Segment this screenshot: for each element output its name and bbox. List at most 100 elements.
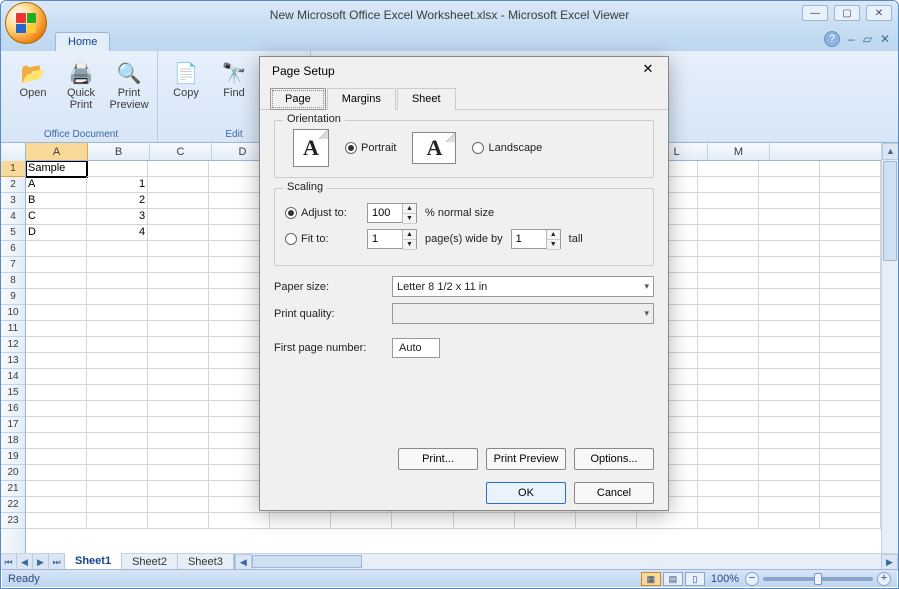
- cell[interactable]: [26, 481, 87, 497]
- row-header[interactable]: 18: [1, 433, 25, 449]
- spin-down-icon[interactable]: ▼: [403, 214, 416, 224]
- cell[interactable]: [26, 241, 87, 257]
- cell[interactable]: [87, 273, 148, 289]
- cell[interactable]: [87, 369, 148, 385]
- cell[interactable]: [698, 305, 759, 321]
- cell[interactable]: [87, 401, 148, 417]
- cell[interactable]: [820, 337, 881, 353]
- row-header[interactable]: 17: [1, 417, 25, 433]
- cell[interactable]: [148, 193, 209, 209]
- adjust-percent-spinner[interactable]: ▲▼: [367, 203, 417, 223]
- cell[interactable]: [26, 289, 87, 305]
- cell[interactable]: [26, 305, 87, 321]
- row-header[interactable]: 5: [1, 225, 25, 241]
- cell[interactable]: [759, 417, 820, 433]
- cell[interactable]: [759, 273, 820, 289]
- cell[interactable]: [26, 369, 87, 385]
- row-header[interactable]: 8: [1, 273, 25, 289]
- cell[interactable]: [148, 209, 209, 225]
- cell[interactable]: [759, 241, 820, 257]
- cell[interactable]: [759, 497, 820, 513]
- cell[interactable]: [820, 273, 881, 289]
- cell[interactable]: [698, 193, 759, 209]
- cell[interactable]: [87, 417, 148, 433]
- cell[interactable]: [698, 513, 759, 529]
- spin-up-icon[interactable]: ▲: [403, 230, 416, 240]
- cell[interactable]: [820, 417, 881, 433]
- cell[interactable]: [759, 481, 820, 497]
- column-header[interactable]: M: [708, 143, 770, 160]
- cell[interactable]: [148, 225, 209, 241]
- cancel-button[interactable]: Cancel: [574, 482, 654, 504]
- cell[interactable]: [759, 401, 820, 417]
- cell[interactable]: [26, 353, 87, 369]
- cell[interactable]: [148, 481, 209, 497]
- cell[interactable]: 4: [87, 225, 148, 241]
- inner-close-icon[interactable]: ✕: [880, 32, 890, 46]
- cell[interactable]: [148, 369, 209, 385]
- cell[interactable]: [26, 321, 87, 337]
- cell[interactable]: [820, 449, 881, 465]
- horizontal-scrollbar[interactable]: ◀ ▶: [235, 554, 898, 570]
- print-preview-dialog-button[interactable]: Print Preview: [486, 448, 566, 470]
- paper-size-select[interactable]: Letter 8 1/2 x 11 in▾: [392, 276, 654, 297]
- cell[interactable]: [637, 513, 698, 529]
- cell[interactable]: [759, 225, 820, 241]
- cell[interactable]: [148, 353, 209, 369]
- cell[interactable]: [820, 289, 881, 305]
- cell[interactable]: [87, 497, 148, 513]
- dialog-tab-sheet[interactable]: Sheet: [397, 88, 456, 110]
- cell[interactable]: [26, 401, 87, 417]
- cell[interactable]: [148, 497, 209, 513]
- column-header[interactable]: C: [150, 143, 212, 160]
- cell[interactable]: [820, 465, 881, 481]
- cell[interactable]: [148, 385, 209, 401]
- cell[interactable]: [698, 161, 759, 177]
- cell[interactable]: [26, 449, 87, 465]
- minimize-button[interactable]: —: [802, 5, 828, 21]
- zoom-out-button[interactable]: −: [745, 572, 759, 586]
- row-header[interactable]: 20: [1, 465, 25, 481]
- cell[interactable]: [331, 513, 392, 529]
- cell[interactable]: [820, 353, 881, 369]
- ok-button[interactable]: OK: [486, 482, 566, 504]
- cell[interactable]: [820, 369, 881, 385]
- cell[interactable]: [87, 321, 148, 337]
- row-header[interactable]: 9: [1, 289, 25, 305]
- spin-up-icon[interactable]: ▲: [547, 230, 560, 240]
- sheet-nav-last[interactable]: ⏭: [49, 554, 65, 571]
- cell[interactable]: [820, 225, 881, 241]
- cell[interactable]: [148, 273, 209, 289]
- tab-home[interactable]: Home: [55, 32, 110, 51]
- fit-tall-input[interactable]: [512, 230, 546, 248]
- row-header[interactable]: 3: [1, 193, 25, 209]
- cell[interactable]: [820, 161, 881, 177]
- close-button[interactable]: ✕: [866, 5, 892, 21]
- cell[interactable]: [698, 337, 759, 353]
- cell[interactable]: [392, 513, 453, 529]
- scroll-right-icon[interactable]: ▶: [881, 554, 898, 571]
- cell[interactable]: [759, 289, 820, 305]
- cell[interactable]: [87, 305, 148, 321]
- sheet-tab-2[interactable]: Sheet2: [122, 554, 178, 571]
- cell[interactable]: [820, 209, 881, 225]
- cell[interactable]: Sample: [26, 161, 87, 177]
- inner-minimize-icon[interactable]: –: [848, 32, 855, 46]
- view-normal-button[interactable]: ▦: [641, 572, 661, 586]
- cell[interactable]: [698, 401, 759, 417]
- row-header[interactable]: 1: [1, 161, 25, 177]
- cell[interactable]: [759, 177, 820, 193]
- cell[interactable]: [698, 417, 759, 433]
- cell[interactable]: [87, 433, 148, 449]
- cell[interactable]: C: [26, 209, 87, 225]
- cell[interactable]: [26, 337, 87, 353]
- cell[interactable]: [820, 385, 881, 401]
- cell[interactable]: [820, 497, 881, 513]
- cell[interactable]: [26, 257, 87, 273]
- cell[interactable]: [26, 273, 87, 289]
- row-header[interactable]: 22: [1, 497, 25, 513]
- zoom-slider-knob[interactable]: [814, 573, 822, 585]
- row-header[interactable]: 2: [1, 177, 25, 193]
- cell[interactable]: [148, 289, 209, 305]
- cell[interactable]: [820, 513, 881, 529]
